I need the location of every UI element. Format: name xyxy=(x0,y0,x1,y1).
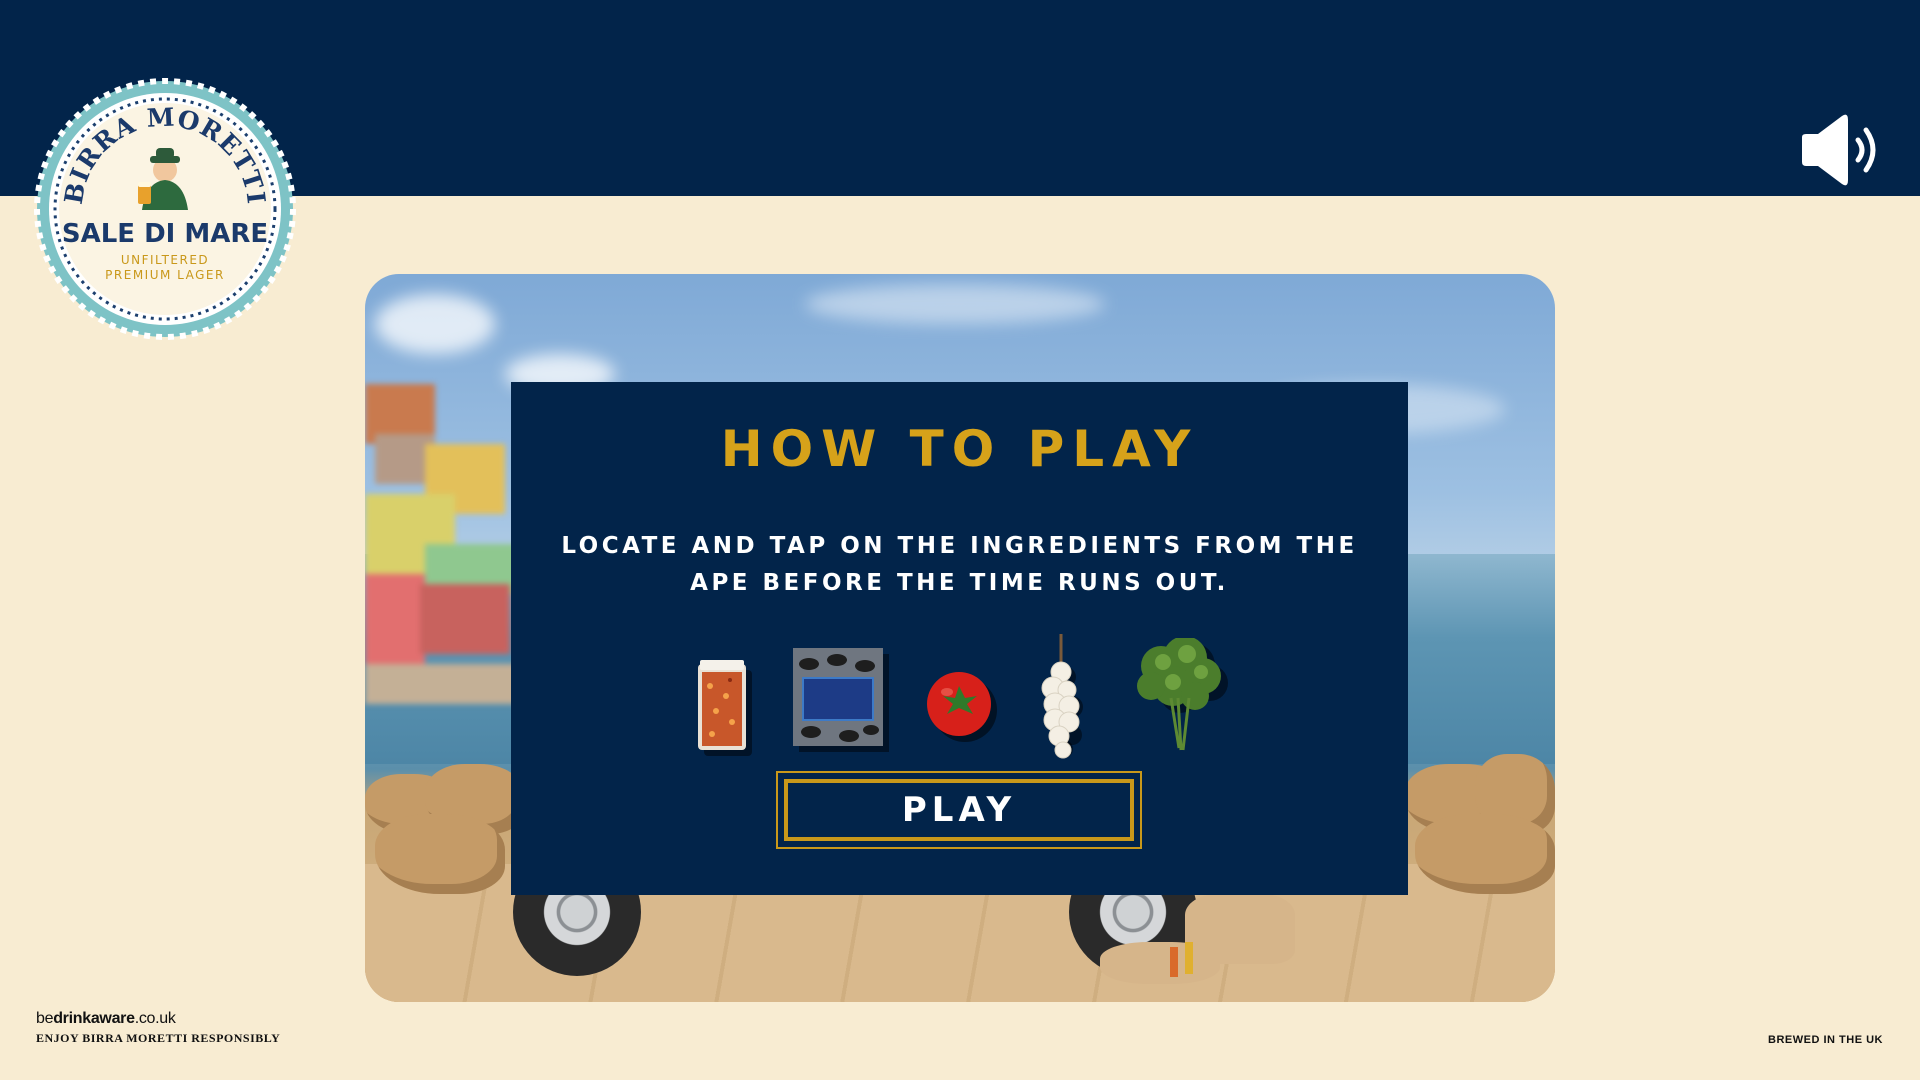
birra-moretti-logo: BIRRA MORETTI SALE DI MARE UNFILTERED PR… xyxy=(34,78,296,340)
logo-product: SALE DI MARE xyxy=(62,219,268,249)
coastal-town xyxy=(365,384,525,724)
modal-instructions: LOCATE AND TAP ON THE INGREDIENTS FROM T… xyxy=(561,533,1358,596)
responsibility-notice: ENJOY BIRRA MORETTI RESPONSIBLY xyxy=(36,1031,281,1045)
how-to-play-modal: HOW TO PLAY LOCATE AND TAP ON THE INGRED… xyxy=(511,382,1408,895)
ingredient-list xyxy=(511,632,1408,762)
drinkaware-link[interactable]: bedrinkaware.co.uk xyxy=(36,1010,280,1028)
footer-responsibility: bedrinkaware.co.uk ENJOY BIRRA MORETTI R… xyxy=(36,1010,280,1046)
logo-line2: PREMIUM LAGER xyxy=(105,268,225,282)
logo-line1: UNFILTERED xyxy=(121,253,209,267)
chilli-flakes-jar-icon xyxy=(692,656,752,760)
play-button-label: PLAY xyxy=(784,779,1134,841)
play-button[interactable]: PLAY xyxy=(776,771,1142,849)
sound-toggle-button[interactable] xyxy=(1798,112,1882,188)
grain-sack xyxy=(1100,942,1220,984)
tomato-icon xyxy=(925,670,1005,750)
brewed-notice: BREWED IN THE UK xyxy=(1768,1034,1883,1046)
mussels-bag-icon xyxy=(789,644,893,758)
garlic-braid-icon xyxy=(1035,632,1091,766)
modal-title: HOW TO PLAY xyxy=(720,420,1199,478)
parsley-icon xyxy=(1133,636,1233,762)
speaker-volume-icon xyxy=(1802,114,1876,186)
